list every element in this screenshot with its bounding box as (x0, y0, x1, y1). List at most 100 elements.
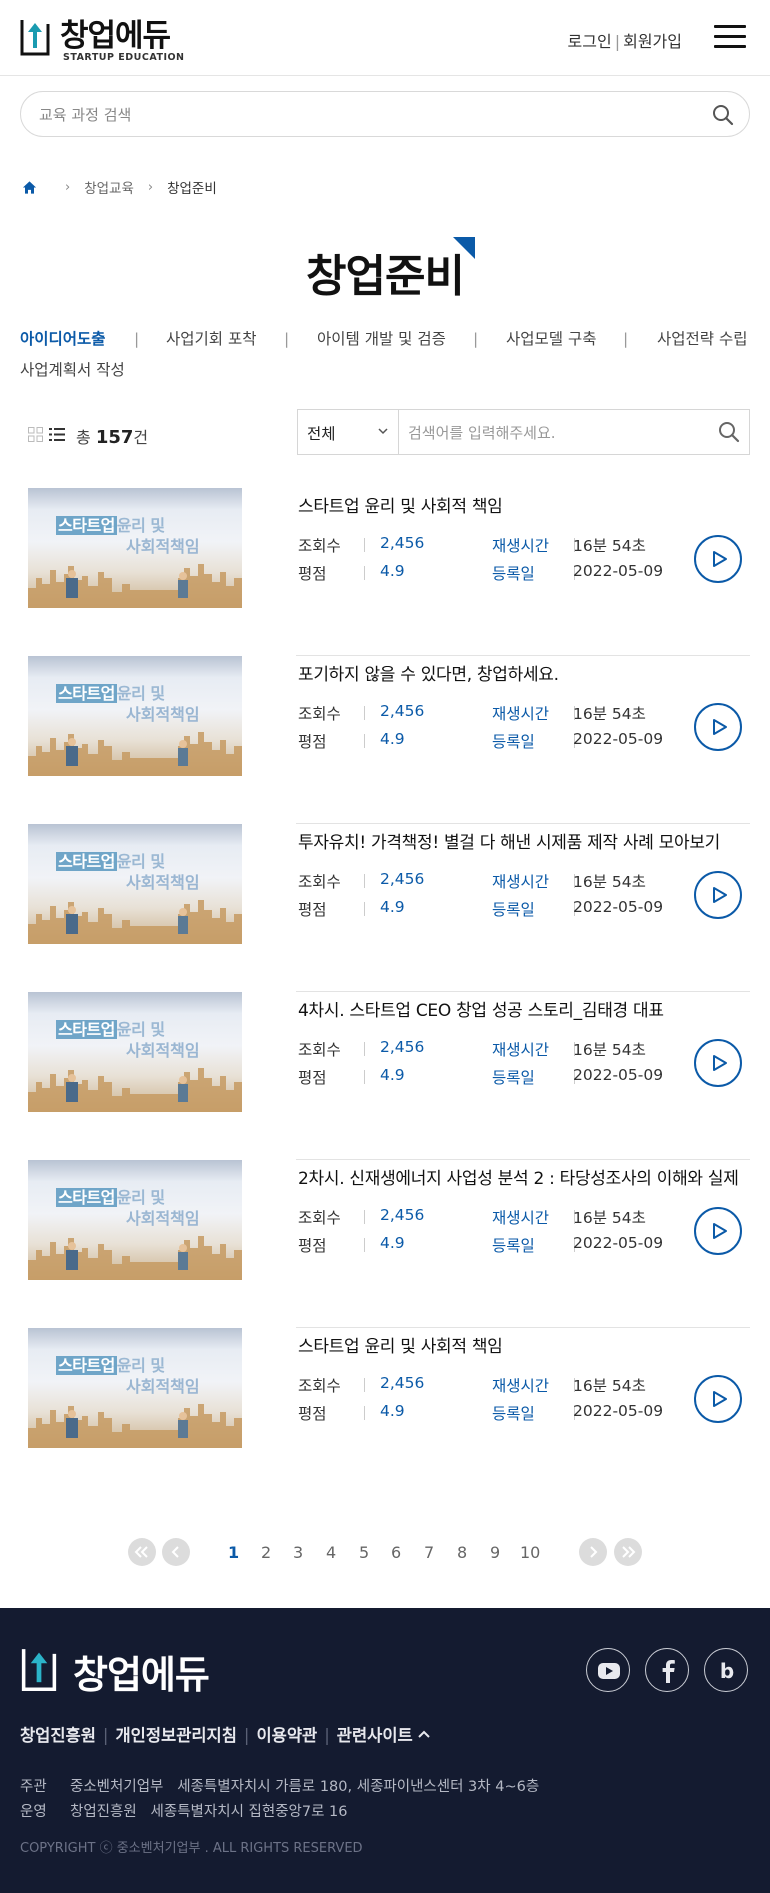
date-value: 2022-05-09 (573, 1402, 664, 1420)
tab-idea[interactable]: 아이디어도출 (20, 324, 106, 355)
views-label: 조회수 (298, 1041, 341, 1059)
play-button[interactable] (694, 871, 742, 919)
course-thumbnail[interactable]: 스타트업 윤리 및 사회적책임 (28, 1328, 242, 1448)
course-thumbnail[interactable]: 스타트업 윤리 및 사회적책임 (28, 488, 242, 608)
page-number[interactable]: 10 (520, 1543, 540, 1562)
search-icon[interactable] (717, 420, 741, 444)
next-page-button[interactable] (579, 1538, 607, 1566)
facebook-icon[interactable] (645, 1648, 689, 1692)
breadcrumb-item[interactable]: 창업교육 (84, 177, 134, 197)
chevron-down-icon (378, 428, 388, 435)
rating-label: 평점 (298, 1237, 327, 1255)
first-page-button[interactable] (128, 1538, 156, 1566)
filter-select[interactable]: 전체 (298, 410, 399, 454)
footer-links: 창업진흥원 | 개인정보관리지침 | 이용약관 | 관련사이트 (20, 1722, 431, 1746)
course-title[interactable]: 2차시. 신재생에너지 사업성 분석 2 : 타당성조사의 이해와 실제 (298, 1164, 758, 1189)
date-label: 등록일 (492, 733, 535, 751)
page-number[interactable]: 9 (490, 1543, 500, 1562)
course-title[interactable]: 스타트업 윤리 및 사회적 책임 (298, 1332, 758, 1357)
rating-label: 평점 (298, 565, 327, 583)
footer-logo-text[interactable]: 창업에듀 (73, 1644, 210, 1699)
play-button[interactable] (694, 1039, 742, 1087)
meta-divider (364, 1406, 365, 1420)
play-button[interactable] (694, 1207, 742, 1255)
tab-opportunity[interactable]: 사업기회 포착 (166, 324, 257, 355)
play-button[interactable] (694, 1375, 742, 1423)
logo-icon[interactable] (21, 1642, 57, 1694)
rating-label: 평점 (298, 1405, 327, 1423)
course-title[interactable]: 4차시. 스타트업 CEO 창업 성공 스토리_김태경 대표 (298, 996, 758, 1021)
site-footer: 창업에듀 b 창업진흥원 | 개인정보관리지침 | 이용약관 | 관련사이트 주관 중소벤처기… (0, 1608, 770, 1893)
page-number[interactable]: 8 (457, 1543, 467, 1562)
search-icon[interactable] (711, 103, 735, 127)
views-value: 2,456 (380, 1038, 425, 1056)
duration-label: 재생시간 (492, 705, 550, 723)
related-sites-toggle[interactable]: 관련사이트 (337, 1726, 431, 1745)
tab-business-plan[interactable]: 사업계획서 작성 (20, 355, 125, 386)
date-value: 2022-05-09 (573, 562, 664, 580)
youtube-icon[interactable] (586, 1648, 630, 1692)
course-thumbnail[interactable]: 스타트업 윤리 및 사회적책임 (28, 824, 242, 944)
meta-divider (364, 1070, 365, 1084)
tab-business-model[interactable]: 사업모델 구축 (506, 324, 597, 355)
course-thumbnail[interactable]: 스타트업 윤리 및 사회적책임 (28, 992, 242, 1112)
chevron-up-icon (418, 1730, 431, 1738)
play-button[interactable] (694, 535, 742, 583)
course-search-input[interactable] (39, 103, 679, 127)
logo-icon[interactable] (20, 14, 50, 58)
views-label: 조회수 (298, 705, 341, 723)
meta-divider (364, 1042, 365, 1056)
duration-value: 16분 54초 (573, 537, 646, 555)
page-current[interactable]: 1 (228, 1543, 239, 1562)
course-thumbnail[interactable]: 스타트업 윤리 및 사회적책임 (28, 656, 242, 776)
duration-value: 16분 54초 (573, 873, 646, 891)
course-title[interactable]: 투자유치! 가격책정! 별걸 다 해낸 시제품 제작 사례 모아보기 (298, 828, 758, 853)
page-number[interactable]: 3 (293, 1543, 303, 1562)
footer-operator-info: 운영 창업진흥원 세종특별자치시 집현중앙7로 16 (20, 1804, 348, 1820)
auth-links: 로그인 | 회원가입 (568, 28, 682, 52)
footer-link[interactable]: 창업진흥원 (20, 1726, 96, 1745)
views-value: 2,456 (380, 1206, 425, 1224)
footer-link[interactable]: 개인정보관리지침 (115, 1726, 236, 1745)
page-number[interactable]: 2 (261, 1543, 271, 1562)
duration-value: 16분 54초 (573, 1209, 646, 1227)
logo-text[interactable]: 창업에듀 (60, 10, 171, 55)
thumbnail-illustration (28, 1404, 242, 1448)
course-item: 스타트업 윤리 및 사회적책임 포기하지 않을 수 있다면, 창업하세요. 조회수 2,4… (20, 656, 750, 824)
meta-divider (364, 706, 365, 720)
date-value: 2022-05-09 (573, 898, 664, 916)
date-label: 등록일 (492, 1405, 535, 1423)
login-link[interactable]: 로그인 (568, 32, 612, 51)
date-value: 2022-05-09 (573, 1066, 664, 1084)
course-thumbnail[interactable]: 스타트업 윤리 및 사회적책임 (28, 1160, 242, 1280)
page-number[interactable]: 6 (391, 1543, 401, 1562)
menu-icon[interactable] (714, 25, 746, 51)
blog-icon[interactable]: b (704, 1648, 748, 1692)
home-icon[interactable] (22, 180, 37, 195)
course-item: 스타트업 윤리 및 사회적책임 스타트업 윤리 및 사회적 책임 조회수 2,456 평점 4… (20, 1328, 750, 1496)
svg-text:b: b (720, 1659, 734, 1683)
duration-label: 재생시간 (492, 1377, 550, 1395)
signup-link[interactable]: 회원가입 (623, 32, 682, 51)
tab-item-validation[interactable]: 아이템 개발 및 검증 (317, 324, 446, 355)
views-value: 2,456 (380, 1374, 425, 1392)
thumbnail-illustration (28, 732, 242, 776)
views-label: 조회수 (298, 537, 341, 555)
play-icon (713, 1223, 727, 1239)
page-number[interactable]: 4 (326, 1543, 336, 1562)
course-title[interactable]: 포기하지 않을 수 있다면, 창업하세요. (298, 660, 758, 685)
course-title[interactable]: 스타트업 윤리 및 사회적 책임 (298, 492, 758, 517)
footer-link[interactable]: 이용약관 (256, 1726, 317, 1745)
page-number[interactable]: 7 (424, 1543, 434, 1562)
filter-search-input[interactable] (408, 421, 708, 445)
prev-page-button[interactable] (162, 1538, 190, 1566)
grid-view-icon[interactable] (28, 427, 43, 442)
play-button[interactable] (694, 703, 742, 751)
date-label: 등록일 (492, 565, 535, 583)
last-page-button[interactable] (614, 1538, 642, 1566)
footer-host-info: 주관 중소벤처기업부 세종특별자치시 가름로 180, 세종파이낸스센터 3차 4… (20, 1779, 540, 1795)
list-view-icon[interactable] (49, 427, 65, 442)
tab-strategy[interactable]: 사업전략 수립 (657, 324, 748, 355)
auth-separator: | (614, 32, 621, 51)
page-number[interactable]: 5 (359, 1543, 369, 1562)
